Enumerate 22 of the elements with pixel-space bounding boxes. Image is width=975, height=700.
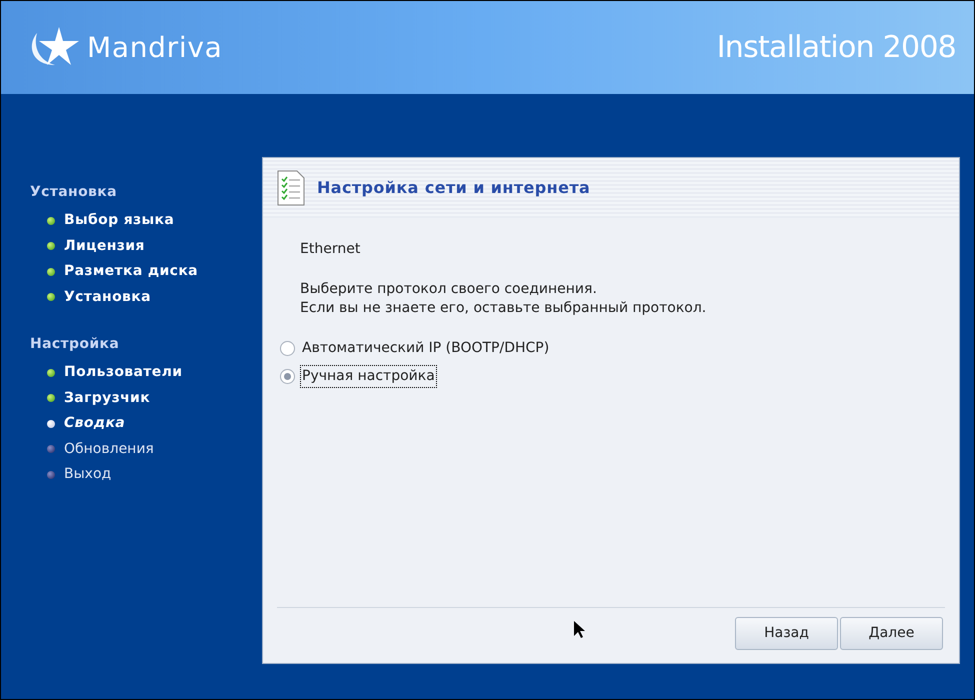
step-label: Пользователи (64, 363, 182, 382)
nav-button[interactable]: Далее (840, 617, 943, 650)
step-label: Выход (64, 465, 112, 484)
mouse-cursor-icon (574, 621, 585, 639)
step-label: Установка (64, 288, 151, 307)
step-label: Разметка диска (64, 262, 198, 282)
step-label: Загрузчик (64, 388, 150, 408)
sidebar-section-title: Установка (30, 183, 118, 202)
sidebar-section-title: Настройка (30, 335, 120, 354)
dialog-title: Настройка сети и интернета (317, 177, 590, 199)
step-label: Сводка (64, 414, 126, 434)
installation-title: Installation 2008 (716, 29, 956, 67)
step-label: Обновления (64, 440, 154, 459)
step-label: Лицензия (64, 236, 145, 256)
radio-option[interactable]: Автоматический IP (BOOTP/DHCP) (280, 337, 552, 360)
step-label: Выбор языка (64, 211, 174, 230)
checklist-document-icon (277, 170, 305, 206)
instruction-text: Выберите протокол своего соединения. (300, 280, 598, 299)
nav-button[interactable]: Назад (735, 617, 838, 650)
instruction-text: Если вы не знаете его, оставьте выбранный протокол. (300, 299, 708, 318)
device-name: Ethernet (300, 240, 362, 259)
brand-name: Mandriva (87, 30, 222, 66)
